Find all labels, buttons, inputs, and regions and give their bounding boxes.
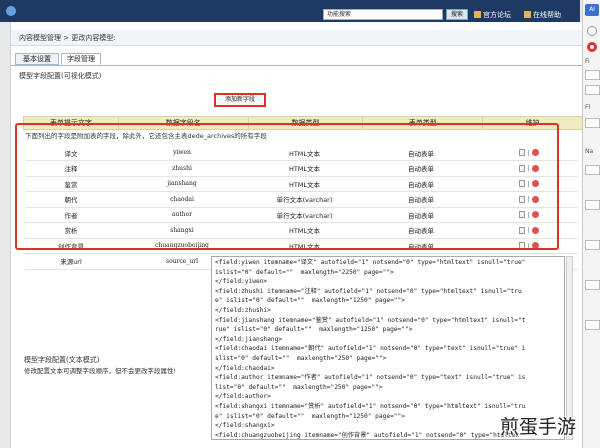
right-sidebar: AI Fi Fl Na — [582, 0, 600, 448]
search-button[interactable]: 搜索 — [446, 9, 468, 20]
add-field-button[interactable]: 添加新字段 — [214, 93, 266, 107]
sidebar-box-2[interactable] — [585, 85, 600, 95]
fields-highlight-box — [15, 123, 559, 250]
sidebar-box-4[interactable] — [585, 165, 600, 175]
sidebar-label-na: Na — [585, 148, 594, 155]
text-mode-description: 修改配置文本可调整字段顺序，但不会更改字段属性! — [24, 367, 177, 375]
row-label: 来源url — [25, 253, 117, 270]
ai-badge[interactable]: AI — [585, 4, 599, 16]
sidebar-box-6[interactable] — [585, 240, 600, 250]
top-navigation-bar: 功能搜索 搜索 官方论坛 在线帮助 — [0, 0, 580, 22]
visual-mode-title: 模型字段配置(可视化模式) — [19, 72, 102, 80]
sidebar-label-fi: Fi — [585, 58, 590, 65]
official-forum-link[interactable]: 官方论坛 — [474, 10, 511, 20]
main-content: 内容模型管理 > 更改内容模型: 基本设置 字段管理 模型字段配置(可视化模式)… — [10, 22, 583, 448]
tab-divider — [11, 65, 583, 66]
tab-field-management[interactable]: 字段管理 — [61, 53, 101, 65]
sidebar-box-7[interactable] — [585, 280, 600, 290]
official-forum-label: 官方论坛 — [483, 11, 511, 19]
online-help-link[interactable]: 在线帮助 — [524, 10, 561, 20]
sidebar-box-5[interactable] — [585, 200, 600, 210]
logo-icon — [6, 6, 16, 16]
help-icon — [524, 11, 531, 18]
breadcrumb: 内容模型管理 > 更改内容模型: — [11, 30, 583, 46]
online-help-label: 在线帮助 — [533, 11, 561, 19]
sidebar-box-3[interactable] — [585, 118, 600, 128]
text-mode-title: 模型字段配置(文本模式) — [24, 356, 100, 364]
circle-icon[interactable] — [587, 26, 597, 36]
forum-icon — [474, 11, 481, 18]
sidebar-box-8[interactable] — [585, 320, 600, 330]
app-logo — [6, 6, 16, 16]
sidebar-box-1[interactable] — [585, 70, 600, 80]
record-icon[interactable] — [587, 42, 597, 52]
function-search-input[interactable]: 功能搜索 — [323, 9, 443, 20]
watermark-text: 煎蛋手游 — [500, 416, 577, 438]
tab-basic-settings[interactable]: 基本设置 — [15, 53, 59, 65]
sidebar-label-fl: Fl — [585, 104, 591, 111]
